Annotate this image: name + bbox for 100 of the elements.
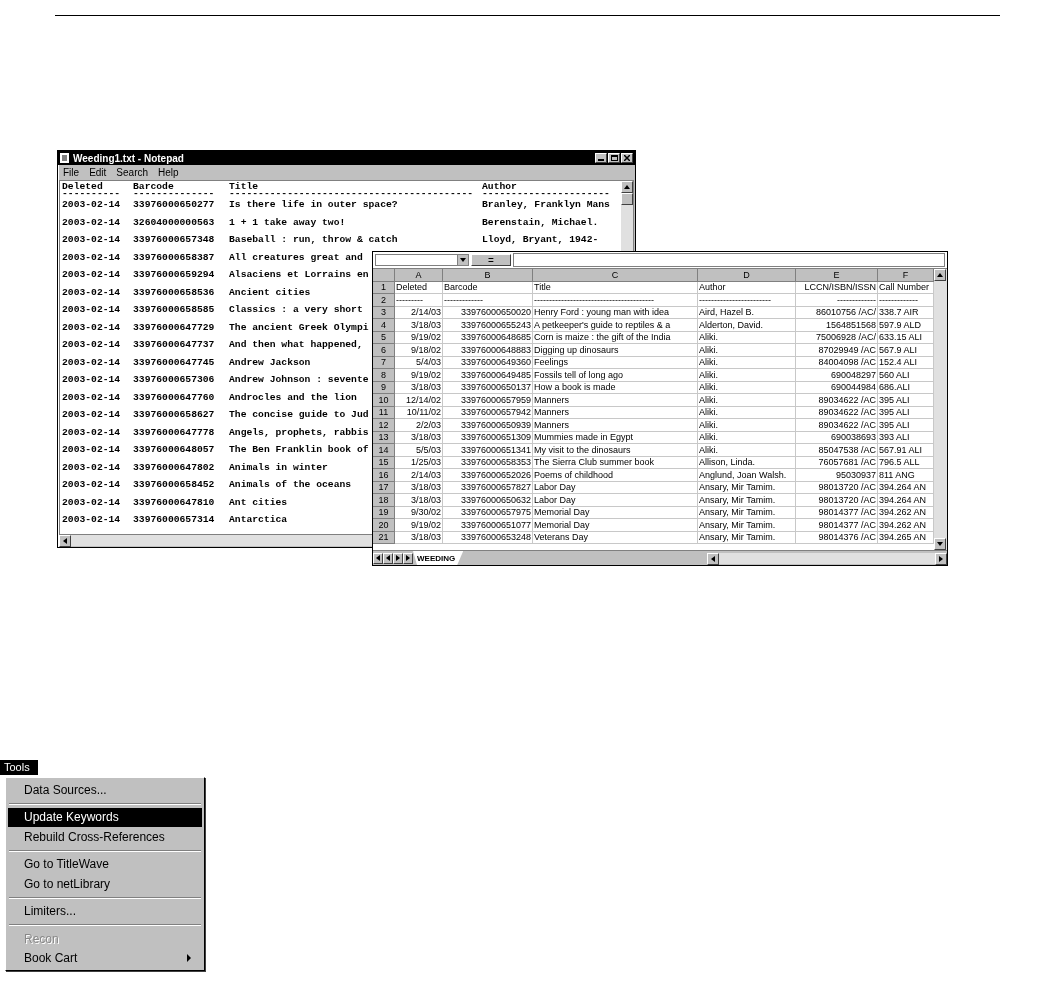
- table-cell: How a book is made: [533, 381, 698, 394]
- table-cell: Title: [533, 281, 698, 294]
- table-cell: 84004098 /AC: [796, 356, 878, 369]
- scroll-left-icon[interactable]: [709, 554, 717, 563]
- scroll-left-icon[interactable]: [61, 537, 69, 545]
- row-header[interactable]: 20: [373, 519, 395, 532]
- table-cell: 12/14/02: [395, 394, 443, 407]
- maximize-button[interactable]: [608, 153, 620, 163]
- dashed-rule: ----------------------: [482, 191, 611, 197]
- menu-item[interactable]: Go to TitleWave: [8, 854, 202, 874]
- scroll-thumb[interactable]: [621, 193, 633, 205]
- table-cell: Anglund, Joan Walsh.: [698, 469, 796, 482]
- table-cell: Manners: [533, 419, 698, 432]
- menu-item[interactable]: Edit: [89, 167, 107, 178]
- scroll-right-icon[interactable]: [937, 554, 945, 563]
- date-text: 2003-02-14: [62, 496, 121, 508]
- table-cell: Mummies made in Egypt: [533, 431, 698, 444]
- table-cell: 2/14/03: [395, 469, 443, 482]
- column-header[interactable]: A: [395, 269, 443, 282]
- row-header[interactable]: 8: [373, 369, 395, 382]
- barcode-text: 33976000658536: [133, 286, 215, 298]
- title-text: Alsaciens et Lorrains en: [229, 269, 369, 281]
- menu-item[interactable]: Book Cart: [8, 948, 202, 968]
- table-cell: Henry Ford : young man with idea: [533, 306, 698, 319]
- date-text: 2003-02-14: [62, 444, 121, 456]
- menu-item[interactable]: Rebuild Cross-References: [8, 827, 202, 847]
- row-header[interactable]: 6: [373, 344, 395, 357]
- row-header[interactable]: 10: [373, 394, 395, 407]
- scroll-up-icon[interactable]: [936, 271, 944, 279]
- table-cell: Aliki.: [698, 381, 796, 394]
- table-cell: 2/2/03: [395, 419, 443, 432]
- table-cell: 2/14/03: [395, 306, 443, 319]
- barcode-text: 33976000647745: [133, 356, 215, 368]
- table-cell: 33976000649360: [443, 356, 533, 369]
- column-header: Barcode: [133, 182, 175, 191]
- menu-item[interactable]: Update Keywords: [8, 807, 202, 827]
- date-text: 2003-02-14: [62, 269, 121, 281]
- equals-button[interactable]: =: [471, 254, 511, 266]
- vertical-scrollbar[interactable]: [934, 269, 947, 550]
- column-header[interactable]: E: [796, 269, 878, 282]
- table-cell: 33976000651309: [443, 431, 533, 444]
- name-box[interactable]: [375, 254, 469, 266]
- column-header[interactable]: C: [533, 269, 698, 282]
- date-text: 2003-02-14: [62, 199, 121, 211]
- row-header[interactable]: 14: [373, 444, 395, 457]
- close-button[interactable]: [621, 153, 633, 163]
- dropdown-icon[interactable]: [459, 256, 467, 264]
- table-cell: 33976000657827: [443, 481, 533, 494]
- formula-field[interactable]: [513, 253, 945, 267]
- scroll-up-icon[interactable]: [623, 183, 631, 191]
- author-text: Lloyd, Bryant, 1942-: [482, 234, 599, 246]
- table-cell: Fossils tell of long ago: [533, 369, 698, 382]
- column-header[interactable]: F: [878, 269, 934, 282]
- table-cell: Memorial Day: [533, 519, 698, 532]
- table-cell: 10/11/02: [395, 406, 443, 419]
- table-cell: 690044984: [796, 381, 878, 394]
- title-text: The concise guide to Jud: [229, 409, 369, 421]
- barcode-text: 33976000647737: [133, 339, 215, 351]
- table-cell: ------------------------: [698, 294, 796, 307]
- horizontal-scrollbar[interactable]: [707, 552, 947, 564]
- table-cell: Corn is maize : the gift of the India: [533, 331, 698, 344]
- table-cell: 690048297: [796, 369, 878, 382]
- row-header[interactable]: 4: [373, 319, 395, 332]
- barcode-text: 33976000657314: [133, 514, 215, 526]
- barcode-text: 33976000657348: [133, 234, 215, 246]
- menu-item[interactable]: Limiters...: [8, 901, 202, 921]
- sheet-tab[interactable]: WEEDING: [413, 551, 464, 565]
- table-cell: 98013720 /AC: [796, 481, 878, 494]
- column-header: Title: [229, 182, 260, 191]
- table-cell: The Sierra Club summer book: [533, 456, 698, 469]
- column-header[interactable]: B: [443, 269, 533, 282]
- table-cell: Aliki.: [698, 356, 796, 369]
- table-cell: Author: [698, 281, 796, 294]
- title-text: Andrew Johnson : sevente: [229, 374, 369, 386]
- row-header[interactable]: 2: [373, 294, 395, 307]
- table-cell: Deleted: [395, 281, 443, 294]
- maximize-icon: [610, 155, 618, 161]
- table-cell: Ansary, Mir Tamim.: [698, 481, 796, 494]
- barcode-text: 33976000647778: [133, 426, 215, 438]
- minimize-button[interactable]: [595, 153, 607, 163]
- date-text: 2003-02-14: [62, 426, 121, 438]
- table-cell: 33976000648883: [443, 344, 533, 357]
- menu-item[interactable]: File: [63, 167, 80, 178]
- menu-item[interactable]: Search: [116, 167, 149, 178]
- table-cell: 1564851568: [796, 319, 878, 332]
- scroll-down-icon[interactable]: [936, 540, 944, 548]
- table-cell: 3/18/03: [395, 381, 443, 394]
- menu-title[interactable]: Tools: [0, 760, 38, 775]
- date-text: 2003-02-14: [62, 374, 121, 386]
- row-header[interactable]: 18: [373, 494, 395, 507]
- menu-item[interactable]: Help: [158, 167, 179, 178]
- barcode-text: 33976000647729: [133, 321, 215, 333]
- row-header[interactable]: 12: [373, 419, 395, 432]
- menu-item[interactable]: Go to netLibrary: [8, 874, 202, 894]
- row-header[interactable]: 16: [373, 469, 395, 482]
- table-cell: Labor Day: [533, 494, 698, 507]
- column-header[interactable]: D: [698, 269, 796, 282]
- title-text: Andrew Jackson: [229, 356, 311, 368]
- menu-item[interactable]: Data Sources...: [8, 780, 202, 800]
- table-cell: Ansary, Mir Tamim.: [698, 519, 796, 532]
